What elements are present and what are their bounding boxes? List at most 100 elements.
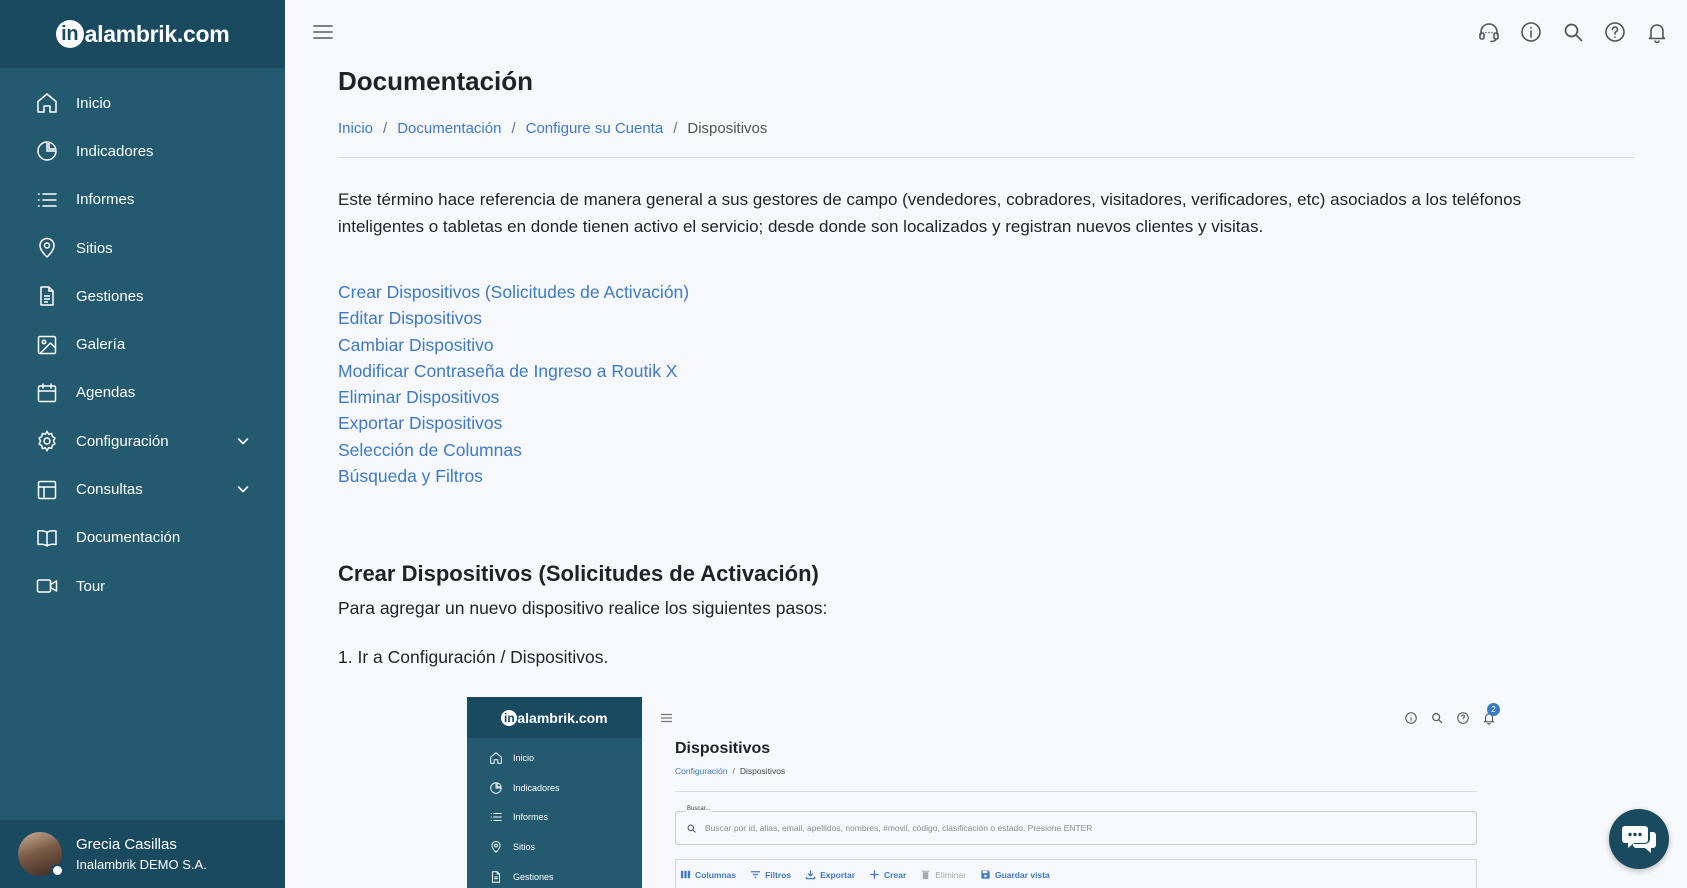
intro-paragraph: Este término hace referencia de manera g… xyxy=(338,190,1522,236)
search-icon[interactable] xyxy=(1561,20,1585,44)
sidebar-item-label: Tour xyxy=(76,577,106,595)
breadcrumb-separator: / xyxy=(383,120,388,137)
sidebar-item-label: Documentación xyxy=(76,529,181,547)
sidebar-item-sitios[interactable]: Sitios xyxy=(0,224,285,272)
doc-link-editar-dispositivos[interactable]: Editar Dispositivos xyxy=(338,305,1635,331)
columns-icon xyxy=(680,870,691,879)
screenshot-nav-item: Informes xyxy=(467,803,642,833)
document-icon xyxy=(489,870,503,884)
sidebar-item-tour[interactable]: Tour xyxy=(0,562,285,610)
download-icon xyxy=(805,870,816,880)
user-name: Grecia Casillas xyxy=(76,836,177,853)
logo-mark: in xyxy=(55,20,84,48)
document-icon xyxy=(35,284,59,308)
search-icon xyxy=(1430,711,1444,725)
screenshot-search-label: Buscar... xyxy=(685,806,713,812)
breadcrumb: Inicio / Documentación / Configure su Cu… xyxy=(338,120,1635,137)
section-title: Crear Dispositivos (Solicitudes de Activ… xyxy=(338,561,819,587)
screenshot-brand: in alambrik.com xyxy=(467,697,642,738)
breadcrumb-link-inicio[interactable]: Inicio xyxy=(338,120,373,137)
page-title: Documentación xyxy=(338,66,534,96)
breadcrumb-link-configure-cuenta[interactable]: Configure su Cuenta xyxy=(526,120,664,137)
filter-icon xyxy=(751,871,761,878)
breadcrumb-link-documentacion[interactable]: Documentación xyxy=(397,120,501,137)
doc-link-busqueda-filtros[interactable]: Búsqueda y Filtros xyxy=(338,463,1635,489)
plus-icon xyxy=(870,870,879,879)
screenshot-logo-mark: in xyxy=(501,709,518,726)
info-icon xyxy=(1404,711,1418,725)
screenshot-toolbar-exportar: Exportar xyxy=(805,869,855,880)
screenshot-logo-text: alambrik.com xyxy=(517,709,608,726)
online-status-dot xyxy=(51,864,64,877)
screenshot-search-placeholder: Buscar por id, alias, email, apellidos, … xyxy=(705,823,1093,833)
screenshot-toolbar-guardar-vista: Guardar vista xyxy=(980,869,1050,880)
sidebar: in alambrik.com Inicio Indicadores Infor… xyxy=(0,0,285,888)
screenshot-breadcrumb-link: Configuración xyxy=(675,766,728,776)
step-text: 1. Ir a Configuración / Dispositivos. xyxy=(338,647,609,668)
screenshot-sidebar: in alambrik.com Inicio Indicadores Infor… xyxy=(467,697,642,888)
breadcrumb-separator: / xyxy=(673,120,678,137)
table-icon xyxy=(35,478,59,502)
sidebar-item-documentacion[interactable]: Documentación xyxy=(0,514,285,562)
topbar-actions xyxy=(1477,20,1687,44)
sidebar-item-gestiones[interactable]: Gestiones xyxy=(0,272,285,320)
chevron-down-icon[interactable] xyxy=(235,481,251,497)
screenshot-nav-label: Sitios xyxy=(513,842,536,853)
info-icon[interactable] xyxy=(1519,20,1543,44)
sidebar-item-inicio[interactable]: Inicio xyxy=(0,79,285,127)
sidebar-item-label: Informes xyxy=(76,191,135,209)
divider xyxy=(338,157,1635,158)
map-pin-icon xyxy=(35,236,59,260)
screenshot-nav-item: Indicadores xyxy=(467,773,642,803)
help-icon[interactable] xyxy=(1603,20,1627,44)
sidebar-item-galeria[interactable]: Galería xyxy=(0,320,285,368)
logo-text: alambrik.com xyxy=(84,20,230,47)
chat-support-button[interactable] xyxy=(1609,809,1669,869)
user-profile[interactable]: Grecia Casillas Inalambrik DEMO S.A. xyxy=(0,820,285,888)
sidebar-item-label: Agendas xyxy=(76,384,136,402)
pie-chart-icon xyxy=(35,139,59,163)
screenshot-toolbar-crear: Crear xyxy=(869,869,906,880)
sidebar-item-agendas[interactable]: Agendas xyxy=(0,369,285,417)
pie-chart-icon xyxy=(489,781,503,795)
notification-badge: 2 xyxy=(1487,703,1500,716)
screenshot-toolbar-filtros: Filtros xyxy=(750,869,791,880)
sidebar-item-indicadores[interactable]: Indicadores xyxy=(0,127,285,175)
doc-link-cambiar-dispositivo[interactable]: Cambiar Dispositivo xyxy=(338,332,1635,358)
sidebar-item-informes[interactable]: Informes xyxy=(0,176,285,224)
breadcrumb-separator: / xyxy=(732,766,735,776)
avatar[interactable] xyxy=(18,832,64,877)
menu-toggle-icon[interactable] xyxy=(312,23,334,41)
sidebar-item-label: Galería xyxy=(76,336,126,354)
screenshot-nav-item: Gestiones xyxy=(467,862,642,888)
screenshot-page-title: Dispositivos xyxy=(675,740,771,757)
doc-link-exportar-dispositivos[interactable]: Exportar Dispositivos xyxy=(338,410,1635,436)
screenshot-menu-icon xyxy=(661,713,672,723)
sidebar-item-configuracion[interactable]: Configuración xyxy=(0,417,285,465)
headset-icon[interactable] xyxy=(1477,20,1501,44)
chevron-down-icon[interactable] xyxy=(235,433,251,449)
home-icon xyxy=(35,91,59,115)
list-icon xyxy=(35,188,59,212)
doc-link-eliminar-dispositivos[interactable]: Eliminar Dispositivos xyxy=(338,384,1635,410)
map-pin-icon xyxy=(489,840,503,854)
doc-link-seleccion-columnas[interactable]: Selección de Columnas xyxy=(338,437,1635,463)
toolbar-label: Crear xyxy=(884,869,907,880)
sidebar-item-consultas[interactable]: Consultas xyxy=(0,465,285,513)
bell-icon[interactable] xyxy=(1645,20,1669,44)
image-icon xyxy=(35,333,59,357)
calendar-icon xyxy=(35,381,59,405)
sidebar-item-label: Indicadores xyxy=(76,142,154,160)
breadcrumb-separator: / xyxy=(511,120,516,137)
doc-link-modificar-contrasena[interactable]: Modificar Contraseña de Ingreso a Routik… xyxy=(338,358,1635,384)
list-icon xyxy=(489,810,503,824)
video-icon xyxy=(35,574,59,598)
help-icon xyxy=(1456,711,1470,725)
inalambrik-logo[interactable]: in alambrik.com xyxy=(55,20,230,48)
screenshot-nav-item: Sitios xyxy=(467,832,642,862)
doc-link-crear-dispositivos[interactable]: Crear Dispositivos (Solicitudes de Activ… xyxy=(338,279,1635,305)
breadcrumb-current: Dispositivos xyxy=(687,120,768,137)
documentation-screenshot: in alambrik.com Inicio Indicadores Infor… xyxy=(467,697,1507,888)
screenshot-divider xyxy=(675,791,1477,792)
search-icon xyxy=(687,824,696,833)
